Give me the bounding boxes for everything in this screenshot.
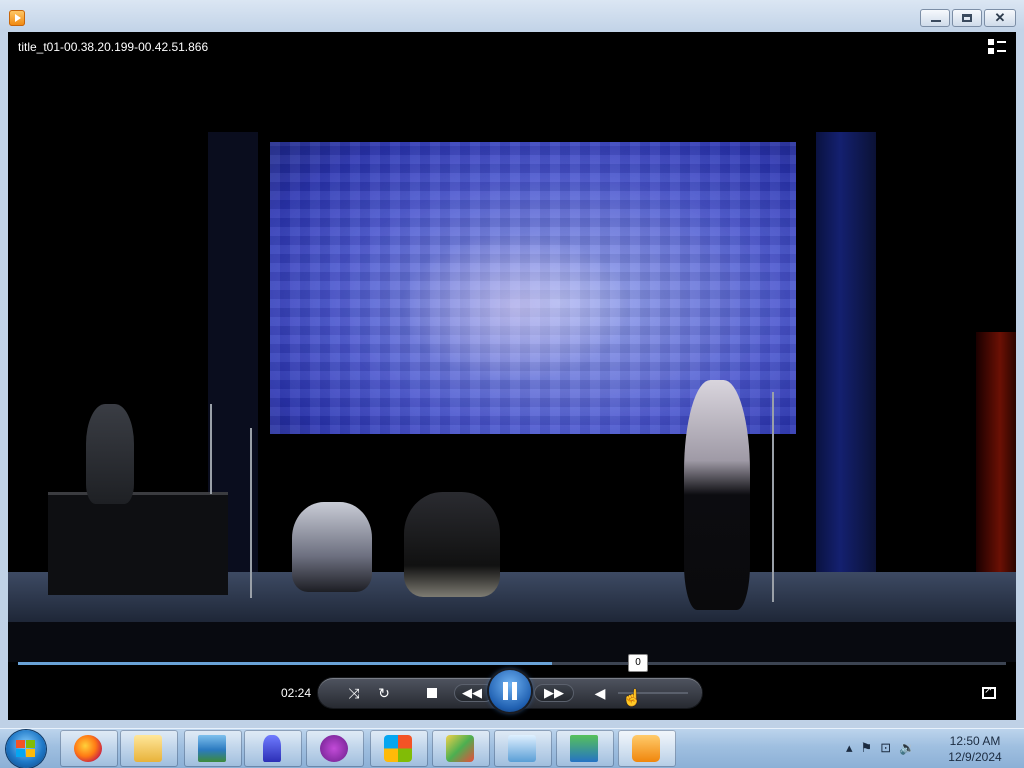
media-player-icon	[632, 735, 660, 762]
restore-icon	[962, 14, 972, 22]
stage-curtain-right	[816, 132, 876, 572]
mic-stand	[250, 428, 252, 598]
shuffle-button[interactable]: ⤨	[342, 678, 366, 708]
taskbar-item-windows[interactable]	[370, 730, 428, 767]
fullscreen-button[interactable]	[982, 685, 996, 699]
media-center-icon	[446, 735, 474, 762]
windows-flag-icon	[384, 735, 412, 762]
performer-sitting-right	[404, 492, 500, 597]
player-window: ✕ title_t01-00.38.20.199-00.42.51.866 02…	[0, 0, 1024, 728]
clock-time: 12:50 AM	[949, 734, 1001, 748]
stop-button[interactable]	[420, 678, 444, 708]
taskbar: ▴ ⚑ ⊡ 🔉 12:50 AM 12/9/2024	[0, 728, 1024, 768]
restore-button[interactable]	[952, 9, 982, 27]
clock-date: 12/9/2024	[948, 750, 1002, 764]
previous-button[interactable]: ◀◀	[454, 684, 494, 702]
title-bar[interactable]: ✕	[0, 0, 1024, 32]
mic-stand	[772, 392, 774, 602]
close-button[interactable]: ✕	[984, 9, 1016, 27]
control-panel-icon	[508, 735, 536, 762]
pen-icon	[263, 735, 281, 762]
photo-icon	[198, 735, 226, 762]
minimize-button[interactable]	[920, 9, 950, 27]
mute-button[interactable]: ◀	[588, 678, 612, 708]
taskbar-item-media-center[interactable]	[432, 730, 490, 767]
media-player-icon	[9, 10, 25, 26]
stage-front	[8, 622, 1016, 662]
monitor-icon	[570, 735, 598, 762]
transport-controls: ⤨ ↻ ◀◀ ▶▶ ◀ 0	[318, 654, 702, 712]
repeat-icon: ↻	[378, 685, 390, 701]
windows-logo-icon	[16, 740, 36, 758]
taskbar-item-photo-viewer[interactable]	[184, 730, 242, 767]
close-icon: ✕	[994, 10, 1006, 25]
clock[interactable]: 12:50 AM 12/9/2024	[940, 733, 1010, 765]
taskbar-item-media-player[interactable]	[618, 730, 676, 767]
switch-to-library-button[interactable]	[988, 39, 1006, 55]
network-icon[interactable]: ⊡	[880, 740, 891, 756]
elapsed-time: 02:24	[281, 686, 312, 700]
taskbar-item-inkscape[interactable]	[244, 730, 302, 767]
dj-table	[48, 492, 228, 595]
volume-icon[interactable]: 🔉	[899, 740, 915, 756]
mic-stand	[210, 404, 212, 494]
fast-forward-icon: ▶▶	[544, 685, 564, 700]
stage-curtain-red	[976, 332, 1016, 612]
volume-tooltip: 0	[628, 654, 648, 672]
performer-sitting-left	[292, 502, 372, 592]
start-button[interactable]	[6, 730, 46, 768]
folder-icon	[134, 735, 162, 762]
action-center-flag-icon[interactable]: ⚑	[861, 740, 873, 756]
performer-dj	[86, 404, 134, 504]
speaker-icon: ◀	[594, 685, 606, 701]
show-hidden-icons-icon[interactable]: ▴	[846, 740, 853, 756]
video-title: title_t01-00.38.20.199-00.42.51.866	[18, 40, 209, 54]
repeat-button[interactable]: ↻	[372, 678, 396, 708]
next-button[interactable]: ▶▶	[534, 684, 574, 702]
mask-icon	[320, 735, 348, 762]
stop-icon	[427, 688, 437, 698]
rewind-icon: ◀◀	[462, 685, 482, 700]
minimize-icon	[931, 20, 941, 22]
seek-progress	[18, 662, 552, 665]
taskbar-item-desktop-manager[interactable]	[556, 730, 614, 767]
system-tray: ▴ ⚑ ⊡ 🔉	[846, 740, 915, 756]
shuffle-icon: ⤨	[348, 685, 360, 701]
video-area[interactable]: title_t01-00.38.20.199-00.42.51.866 02:2…	[8, 32, 1016, 720]
taskbar-item-firefox[interactable]	[60, 730, 118, 767]
seek-bar[interactable]	[18, 662, 1006, 665]
taskbar-item-explorer[interactable]	[120, 730, 178, 767]
mouse-cursor-icon: ☝	[622, 690, 642, 707]
pause-icon	[503, 682, 508, 700]
taskbar-item-control-panel[interactable]	[494, 730, 552, 767]
performer-standing	[684, 380, 750, 610]
taskbar-item-mask-app[interactable]	[306, 730, 364, 767]
pause-button[interactable]	[489, 670, 531, 712]
pause-icon	[512, 682, 517, 700]
firefox-icon	[74, 735, 102, 762]
